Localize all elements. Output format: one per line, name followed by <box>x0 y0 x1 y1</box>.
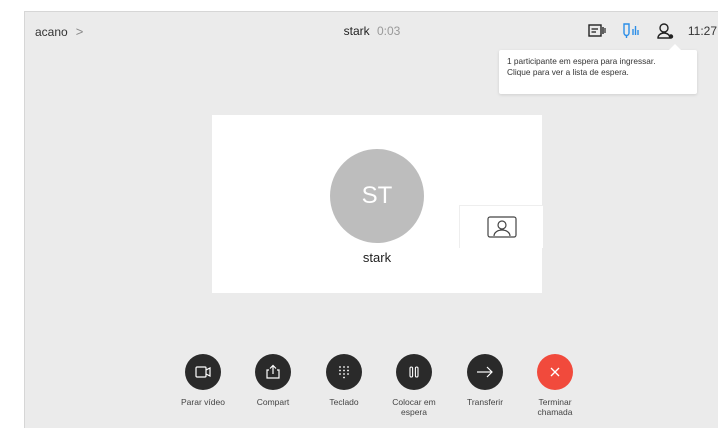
tooltip-line-2: Clique para ver a lista de espera. <box>507 67 629 77</box>
caller-title: stark <box>343 24 370 38</box>
share-icon <box>266 364 280 379</box>
selfview-toggle[interactable] <box>459 205 543 248</box>
arrow-right-icon <box>477 366 493 378</box>
avatar: ST <box>330 149 424 243</box>
caller-name: stark <box>362 250 392 265</box>
stop-video-button[interactable]: Parar vídeo <box>173 354 233 407</box>
keypad-icon <box>339 366 349 379</box>
call-card: ST stark <box>212 115 543 293</box>
status-bar: 11:27 <box>582 20 718 42</box>
call-screen: acano > stark 0:03 11:27 1 participante … <box>24 11 718 428</box>
control-label: Compart <box>256 397 290 407</box>
control-label: Transferir <box>466 397 504 407</box>
call-duration: 0:03 <box>377 24 401 38</box>
participants-icon[interactable] <box>650 20 680 42</box>
control-label: Colocar em espera <box>392 397 436 417</box>
transfer-button[interactable]: Transferir <box>455 354 515 407</box>
control-label: Parar vídeo <box>181 397 225 407</box>
control-label: Teclado <box>329 397 359 407</box>
end-call-button[interactable]: Terminar chamada <box>525 354 585 417</box>
waiting-participants-icon[interactable] <box>616 20 646 42</box>
waiting-list-tooltip[interactable]: 1 participante em espera para ingressar.… <box>499 44 697 94</box>
close-icon <box>550 367 560 377</box>
pause-icon <box>409 366 419 378</box>
share-button[interactable]: Compart <box>243 354 303 407</box>
hold-button[interactable]: Colocar em espera <box>384 354 444 417</box>
avatar-initials: ST <box>361 182 393 209</box>
person-icon <box>486 216 517 238</box>
video-icon <box>195 366 211 378</box>
control-label: Terminar chamada <box>537 397 573 417</box>
layout-icon[interactable] <box>582 20 612 42</box>
keypad-button[interactable]: Teclado <box>314 354 374 407</box>
tooltip-line-1: 1 participante em espera para ingressar. <box>507 56 656 66</box>
clock: 11:27 <box>687 24 717 38</box>
